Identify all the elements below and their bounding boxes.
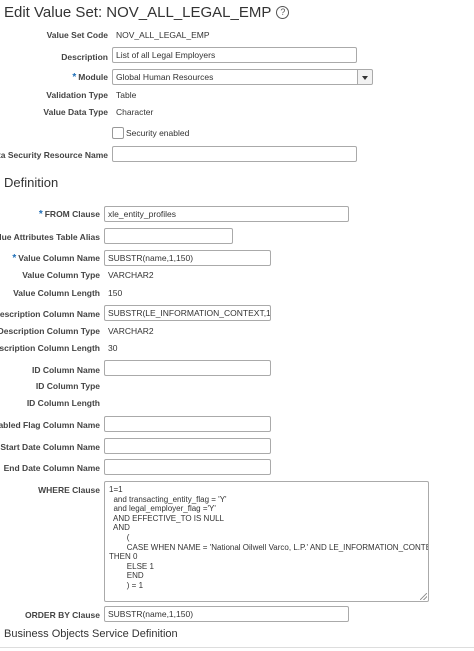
module-label-text: Module xyxy=(78,72,108,82)
where-clause-line: ( xyxy=(109,532,130,542)
from-clause-label: * FROM Clause xyxy=(39,209,100,220)
where-clause-line: ELSE 1 xyxy=(109,561,154,571)
from-clause-input[interactable]: xle_entity_profiles xyxy=(104,206,349,222)
value-column-name-label-text: Value Column Name xyxy=(18,253,100,263)
desc-column-type-value: VARCHAR2 xyxy=(108,326,154,336)
data-security-label: Data Security Resource Name xyxy=(0,150,108,160)
module-select[interactable]: Global Human Resources xyxy=(112,69,373,85)
where-clause-line: CASE WHEN NAME = 'National Oilwell Varco… xyxy=(109,542,429,552)
where-clause-line: END xyxy=(109,571,144,581)
where-clause-textarea[interactable]: 1=1 and transacting_entity_flag = 'Y' an… xyxy=(104,481,429,602)
bos-heading: Business Objects Service Definition xyxy=(4,628,178,640)
where-clause-line: and transacting_entity_flag = 'Y' xyxy=(109,494,227,504)
id-column-name-label: ID Column Name xyxy=(31,365,100,375)
order-by-label: ORDER BY Clause xyxy=(25,610,100,620)
desc-column-name-input[interactable]: SUBSTR(LE_INFORMATION_CONTEXT,1,150) xyxy=(104,305,271,321)
where-clause-label: WHERE Clause xyxy=(38,485,100,495)
description-input[interactable]: List of all Legal Employers xyxy=(112,47,357,63)
where-clause-line: ) = 1 xyxy=(109,580,144,590)
module-label: * Module xyxy=(72,72,108,83)
help-icon[interactable]: ? xyxy=(276,6,290,19)
required-icon: * xyxy=(38,209,43,220)
value-set-code-value: NOV_ALL_LEGAL_EMP xyxy=(116,30,210,40)
end-date-label: End Date Column Name xyxy=(3,463,100,473)
enabled-flag-label: Enabled Flag Column Name xyxy=(0,420,100,430)
required-icon: * xyxy=(72,72,77,83)
validation-type-value: Table xyxy=(116,90,137,100)
security-enabled-checkbox[interactable] xyxy=(112,127,124,139)
where-clause-line: and legal_employer_flag ='Y' xyxy=(109,504,216,514)
order-by-input[interactable]: SUBSTR(name,1,150) xyxy=(104,606,349,622)
value-column-type-value: VARCHAR2 xyxy=(108,270,154,280)
id-column-name-input[interactable] xyxy=(104,360,271,376)
value-attr-alias-label: Value Attributes Table Alias xyxy=(0,232,100,242)
chevron-down-icon[interactable] xyxy=(357,70,372,84)
page-title-text: Edit Value Set: NOV_ALL_LEGAL_EMP xyxy=(4,4,272,21)
resize-grip-icon[interactable] xyxy=(420,593,427,600)
enabled-flag-input[interactable] xyxy=(104,416,271,432)
id-column-length-label: ID Column Length xyxy=(26,398,100,408)
description-label: Description xyxy=(61,52,108,62)
desc-column-name-label: Description Column Name xyxy=(0,309,100,319)
desc-column-length-label: Description Column Length xyxy=(0,343,100,353)
page-title: Edit Value Set: NOV_ALL_LEGAL_EMP ? xyxy=(4,4,290,21)
validation-type-label: Validation Type xyxy=(46,90,108,100)
value-column-length-value: 150 xyxy=(108,288,123,298)
value-data-type-label: Value Data Type xyxy=(43,107,108,117)
start-date-label: Start Date Column Name xyxy=(0,442,100,452)
where-clause-line: THEN 0 xyxy=(109,552,138,562)
end-date-input[interactable] xyxy=(104,459,271,475)
from-clause-label-text: FROM Clause xyxy=(44,209,100,219)
value-attr-alias-input[interactable] xyxy=(104,228,233,244)
security-enabled-label: Security enabled xyxy=(126,128,190,138)
value-column-name-label: * Value Column Name xyxy=(12,253,100,264)
required-icon: * xyxy=(12,253,17,264)
where-clause-line: AND xyxy=(109,523,130,533)
module-select-value: Global Human Resources xyxy=(116,72,214,82)
start-date-input[interactable] xyxy=(104,438,271,454)
value-column-name-input[interactable]: SUBSTR(name,1,150) xyxy=(104,250,271,266)
desc-column-length-value: 30 xyxy=(108,343,118,353)
value-column-length-label: Value Column Length xyxy=(13,288,100,298)
value-column-type-label: Value Column Type xyxy=(22,270,100,280)
id-column-type-label: ID Column Type xyxy=(35,381,100,391)
where-clause-line: 1=1 xyxy=(109,485,123,494)
divider xyxy=(0,647,474,648)
value-set-code-label: Value Set Code xyxy=(46,30,108,40)
value-data-type-value: Character xyxy=(116,107,154,117)
where-clause-line: AND EFFECTIVE_TO IS NULL xyxy=(109,513,224,523)
data-security-input[interactable] xyxy=(112,146,357,162)
desc-column-type-label: Description Column Type xyxy=(0,326,100,336)
definition-heading: Definition xyxy=(4,175,59,190)
